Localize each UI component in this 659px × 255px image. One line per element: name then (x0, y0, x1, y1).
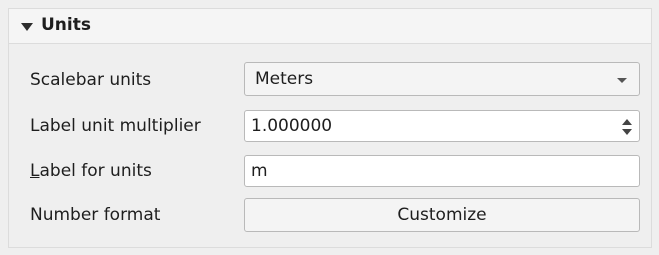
label-for-units-label: Label for units (30, 161, 152, 181)
chevron-down-icon (617, 78, 627, 83)
customize-button[interactable]: Customize (244, 198, 640, 232)
label-unit-multiplier-label: Label unit multiplier (30, 116, 201, 136)
spin-up-icon[interactable] (622, 119, 632, 125)
scalebar-units-combobox[interactable]: Meters (244, 62, 640, 96)
collapse-triangle-icon[interactable] (21, 23, 33, 31)
units-group-header[interactable]: Units (9, 9, 651, 44)
label-for-units-input[interactable]: m (244, 155, 640, 187)
label-for-units-value: m (251, 161, 268, 181)
scalebar-units-value: Meters (255, 69, 314, 89)
label-for-units-label-rest: abel for units (39, 161, 152, 181)
number-format-label: Number format (30, 205, 161, 225)
scalebar-units-label: Scalebar units (30, 70, 152, 90)
label-unit-multiplier-value: 1.000000 (251, 116, 333, 136)
units-group-title: Units (41, 15, 91, 35)
label-unit-multiplier-spinbox[interactable]: 1.000000 (244, 110, 640, 142)
spin-down-icon[interactable] (622, 129, 632, 135)
